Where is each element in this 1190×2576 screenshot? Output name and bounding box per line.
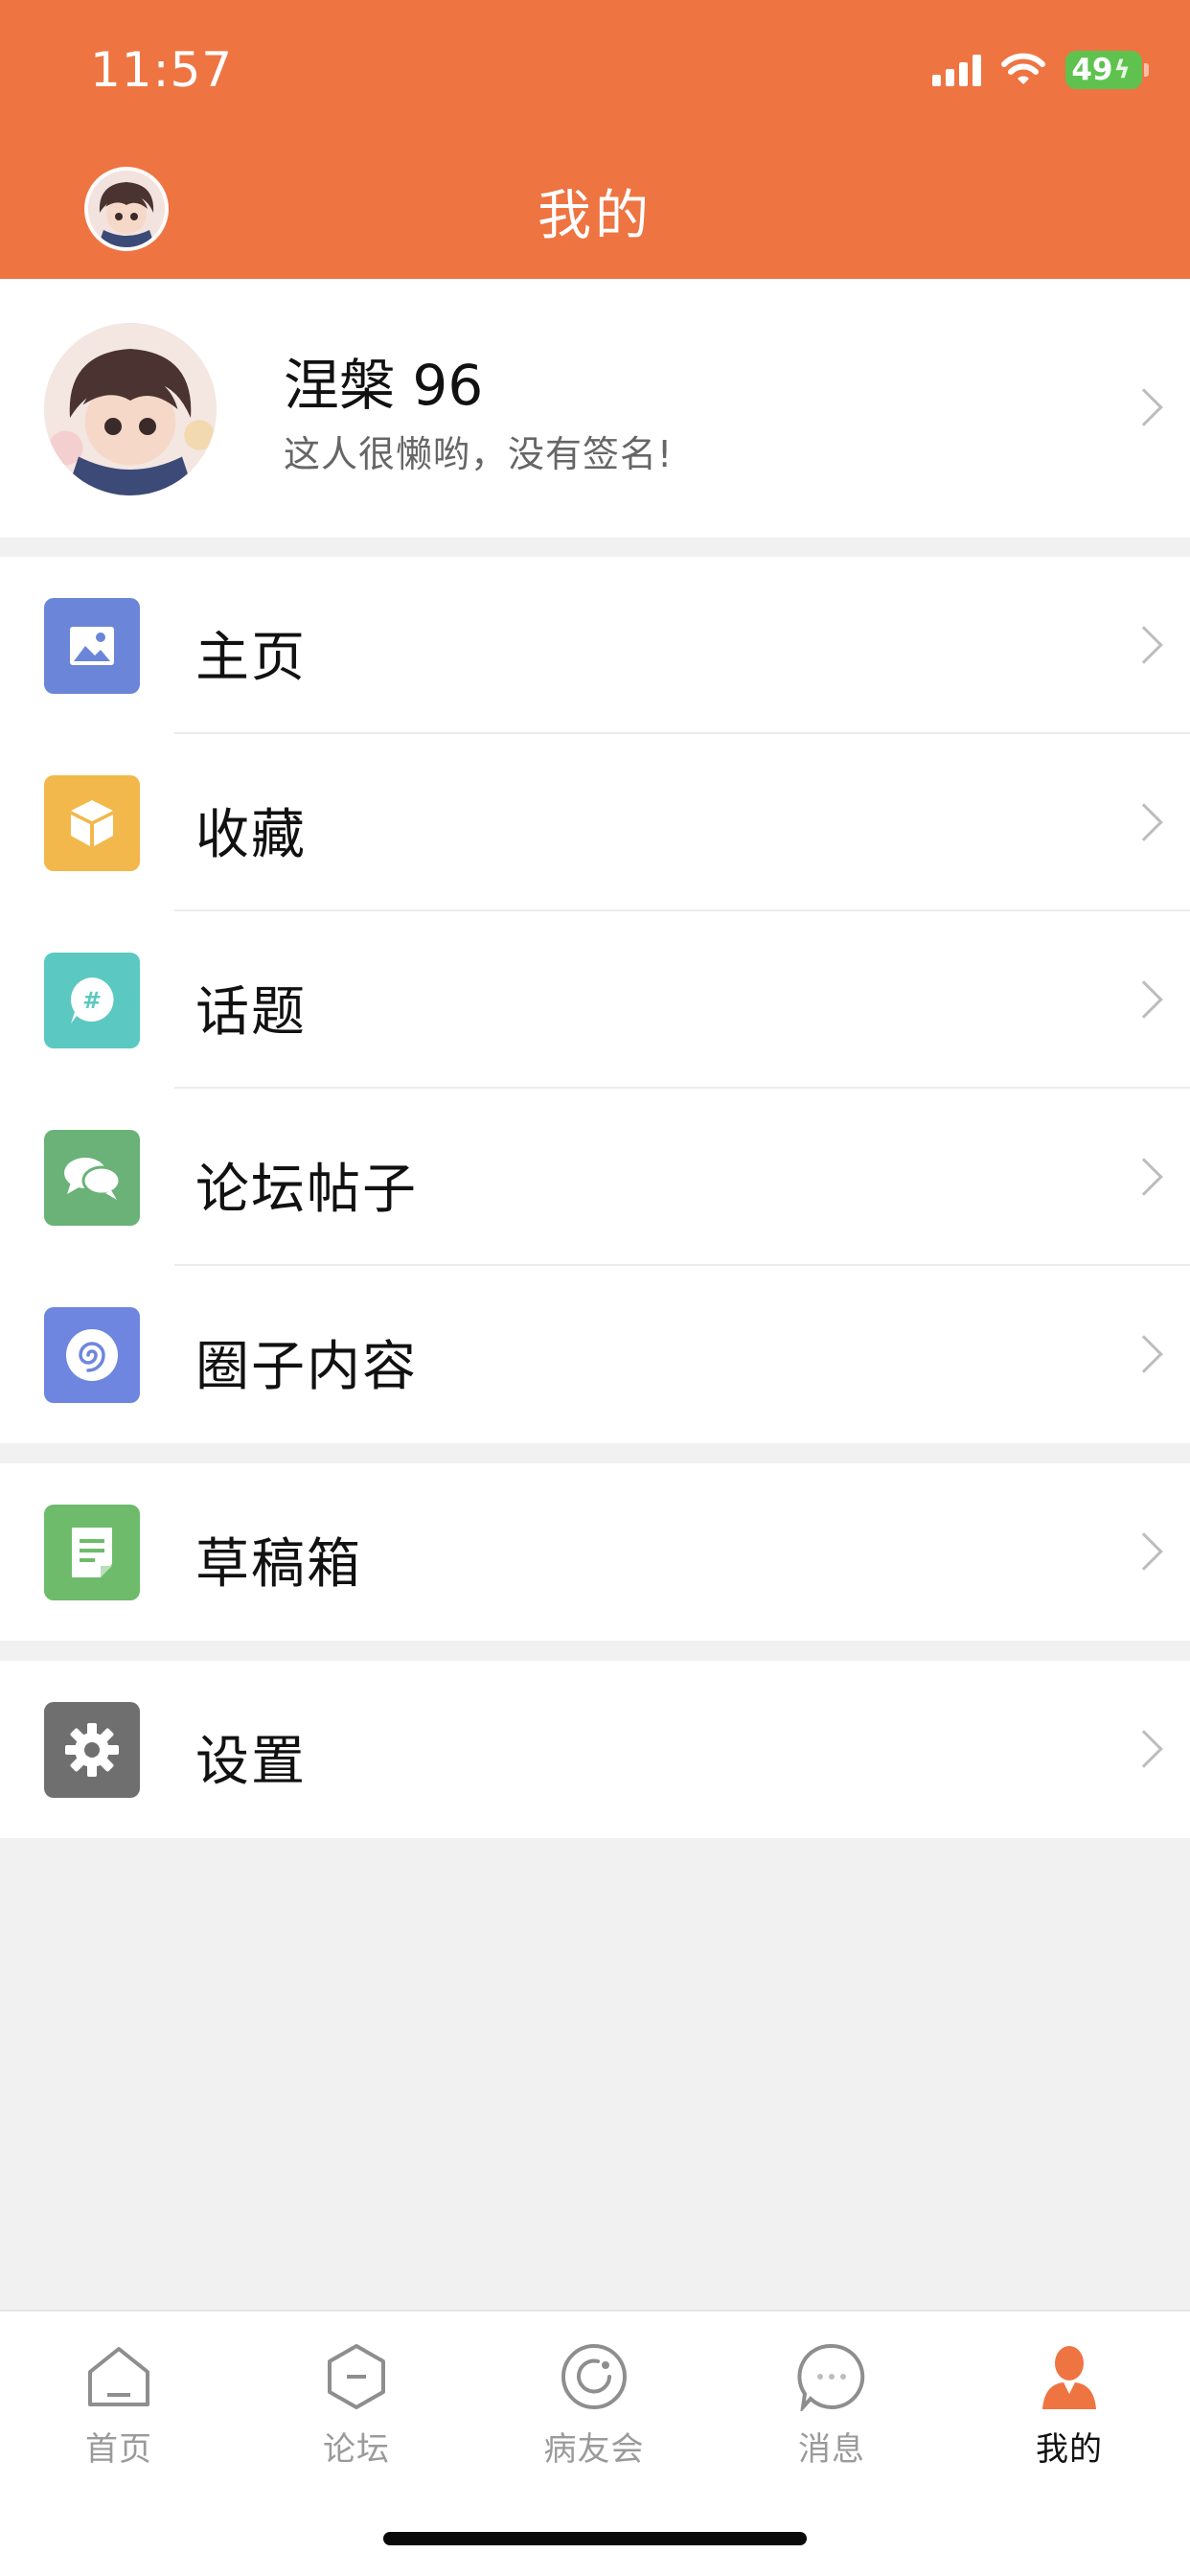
menu-group-main: 主页 收藏 # 话题 论坛帖子 圈子内容 [0, 557, 1190, 1443]
battery-icon: 49 ϟ [1065, 51, 1149, 89]
chevron-right-icon [1125, 1335, 1163, 1373]
tab-messages[interactable]: 消息 [713, 2338, 950, 2470]
menu-item-favorites[interactable]: 收藏 [0, 734, 1190, 911]
person-icon [950, 2338, 1188, 2415]
circle-spiral-icon [44, 1307, 140, 1403]
svg-text:#: # [82, 987, 102, 1014]
forum-icon [238, 2338, 475, 2415]
menu-item-label: 设置 [195, 1731, 307, 1793]
status-icons: 49 ϟ [932, 48, 1149, 92]
chevron-right-icon [1125, 388, 1163, 426]
profile-signature: 这人很懒哟，没有签名! [284, 433, 674, 475]
top-bar: 11:57 49 ϟ 我的 [0, 0, 1190, 279]
image-icon [44, 598, 140, 694]
tab-forum[interactable]: 论坛 [238, 2338, 475, 2470]
wifi-icon [1001, 53, 1045, 84]
menu-item-topics[interactable]: # 话题 [0, 911, 1190, 1089]
menu-item-settings[interactable]: 设置 [0, 1661, 1190, 1838]
menu-item-homepage[interactable]: 主页 [0, 557, 1190, 734]
profile-card[interactable]: 涅槃 96 这人很懒哟，没有签名! [0, 279, 1190, 538]
tab-mine[interactable]: 我的 [950, 2338, 1188, 2470]
tab-label: 首页 [85, 2430, 152, 2469]
draft-note-icon [44, 1505, 140, 1600]
menu-item-drafts[interactable]: 草稿箱 [0, 1463, 1190, 1641]
menu-item-label: 圈子内容 [195, 1336, 418, 1398]
battery-level: 49 [1071, 53, 1113, 87]
tab-label: 我的 [1036, 2430, 1103, 2469]
chevron-right-icon [1125, 1730, 1163, 1768]
box-icon [44, 775, 140, 871]
profile-name: 涅槃 96 [284, 353, 484, 418]
community-icon [475, 2338, 713, 2415]
gear-icon [44, 1702, 140, 1798]
menu-group-settings: 设置 [0, 1661, 1190, 1838]
chevron-right-icon [1125, 626, 1163, 664]
menu-item-label: 草稿箱 [195, 1533, 362, 1596]
avatar[interactable] [44, 323, 217, 495]
status-time: 11:57 [90, 42, 234, 98]
message-icon [713, 2338, 950, 2415]
menu-group-drafts: 草稿箱 [0, 1463, 1190, 1641]
chevron-right-icon [1125, 1532, 1163, 1571]
tab-label: 消息 [798, 2430, 865, 2469]
tab-home[interactable]: 首页 [0, 2338, 238, 2470]
menu-item-circle-content[interactable]: 圈子内容 [0, 1266, 1190, 1443]
tab-label: 论坛 [323, 2430, 390, 2469]
tab-label: 病友会 [543, 2430, 645, 2469]
chevron-right-icon [1125, 980, 1163, 1019]
chat-bubbles-icon [44, 1130, 140, 1226]
page-title: 我的 [538, 185, 652, 247]
menu-item-label: 话题 [195, 981, 307, 1044]
signal-icon [932, 54, 981, 86]
chevron-right-icon [1125, 803, 1163, 841]
home-icon [0, 2338, 238, 2415]
menu-item-forum-posts[interactable]: 论坛帖子 [0, 1089, 1190, 1266]
menu-item-label: 论坛帖子 [195, 1159, 418, 1221]
topic-bubble-icon: # [44, 953, 140, 1048]
menu-item-label: 收藏 [195, 804, 307, 866]
home-indicator[interactable] [383, 2532, 807, 2545]
tab-community[interactable]: 病友会 [475, 2338, 713, 2470]
chevron-right-icon [1125, 1158, 1163, 1196]
avatar-image-icon [44, 323, 217, 495]
menu-item-label: 主页 [195, 627, 307, 689]
